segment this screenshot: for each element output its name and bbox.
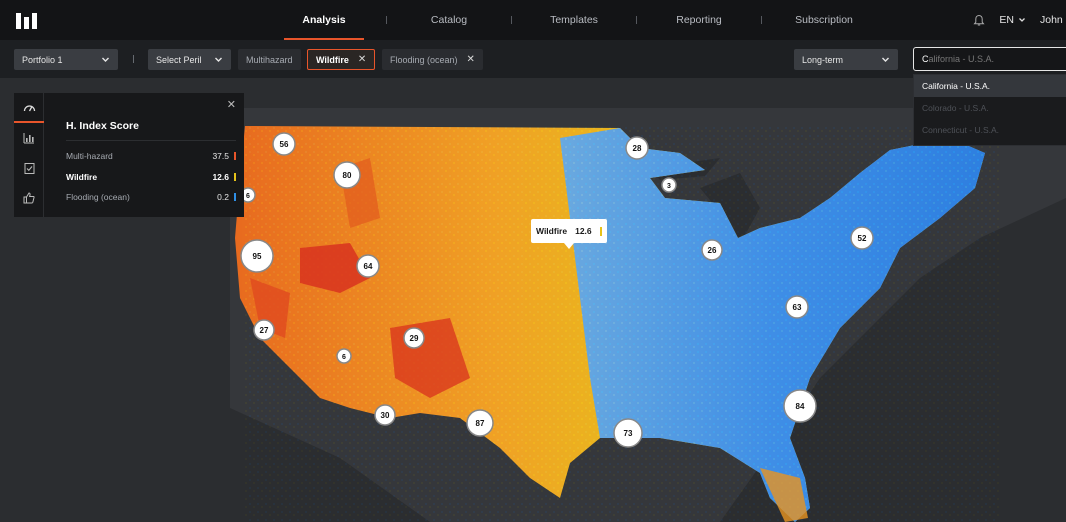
cluster-count: 80 (343, 171, 352, 180)
cluster-marker[interactable]: 63 (785, 295, 809, 319)
score-color-bar (234, 152, 236, 160)
cluster-count: 6 (342, 354, 346, 361)
cluster-count: 6 (246, 193, 250, 200)
score-value: 37.5 (212, 151, 229, 161)
cluster-count: 64 (364, 262, 373, 271)
nav-right-controls: EN John (973, 0, 1066, 40)
cluster-marker[interactable]: 73 (613, 418, 643, 448)
toolbar-separator (133, 55, 134, 63)
tab-analysis[interactable]: Analysis (262, 0, 386, 40)
bar-chart-icon[interactable] (14, 123, 44, 153)
score-color-bar (234, 173, 236, 181)
score-value: 12.6 (212, 172, 229, 182)
portfolio-label: Portfolio 1 (22, 54, 63, 65)
brand-logo-icon[interactable] (16, 11, 40, 29)
close-icon[interactable]: ✕ (358, 54, 366, 65)
chip-label: Multihazard (246, 54, 293, 65)
chevron-down-icon (215, 57, 222, 62)
cluster-count: 29 (410, 334, 419, 343)
divider (66, 140, 236, 141)
panel-icon-rail (14, 93, 44, 217)
cluster-count: 87 (476, 419, 485, 428)
cluster-count: 56 (280, 140, 289, 149)
location-search-input[interactable]: California - U.S.A. (913, 47, 1066, 71)
tab-subscription[interactable]: Subscription (762, 0, 886, 40)
user-name[interactable]: John (1040, 14, 1064, 26)
score-label: Multi-hazard (66, 151, 113, 161)
suggestion-item[interactable]: Connecticut - U.S.A. (914, 119, 1066, 141)
cluster-marker[interactable]: 64 (356, 254, 380, 278)
chip-label: Wildfire (316, 54, 349, 65)
cluster-count: 84 (796, 402, 805, 411)
cluster-marker[interactable]: 26 (701, 239, 723, 261)
horizon-dropdown[interactable]: Long-term (794, 49, 898, 70)
map-tooltip: Wildfire 12.6 (531, 219, 607, 249)
panel-title: H. Index Score (66, 120, 139, 132)
cluster-count: 30 (381, 411, 390, 420)
cluster-count: 73 (624, 429, 633, 438)
checklist-icon[interactable] (14, 153, 44, 183)
tooltip-color-bar (599, 226, 602, 236)
score-label: Wildfire (66, 172, 98, 182)
cluster-marker[interactable]: 28 (625, 136, 649, 160)
cluster-marker[interactable]: 27 (253, 319, 275, 341)
tooltip-value: 12.6 (575, 226, 592, 236)
chip-flooding-ocean[interactable]: Flooding (ocean) ✕ (382, 49, 483, 70)
score-color-bar (234, 193, 236, 201)
close-icon[interactable]: ✕ (467, 54, 475, 65)
tab-templates[interactable]: Templates (512, 0, 636, 40)
portfolio-dropdown[interactable]: Portfolio 1 (14, 49, 118, 70)
cluster-count: 27 (260, 326, 269, 335)
peril-dropdown[interactable]: Select Peril (148, 49, 231, 70)
cluster-marker[interactable]: 80 (333, 161, 361, 189)
top-navigation: Analysis Catalog Templates Reporting Sub… (0, 0, 1066, 40)
nav-tabs: Analysis Catalog Templates Reporting Sub… (262, 0, 886, 40)
cluster-count: 52 (858, 234, 867, 243)
cluster-marker[interactable]: 95 (240, 239, 274, 273)
cluster-marker[interactable]: 30 (374, 404, 396, 426)
search-autocomplete-hint: alifornia - U.S.A. (928, 54, 995, 64)
filter-toolbar: Portfolio 1 Select Peril Multihazard Wil… (0, 40, 1066, 78)
score-value: 0.2 (217, 192, 229, 202)
score-row-flooding-ocean[interactable]: Flooding (ocean) 0.2 (66, 189, 236, 205)
cluster-count: 26 (708, 246, 717, 255)
chip-label: Flooding (ocean) (390, 54, 458, 65)
cluster-marker[interactable]: 3 (661, 177, 677, 193)
chevron-down-icon (882, 57, 889, 62)
cluster-marker[interactable]: 52 (850, 226, 874, 250)
cluster-marker[interactable]: 56 (272, 132, 296, 156)
language-label: EN (999, 14, 1014, 26)
chevron-down-icon (102, 57, 109, 62)
cluster-count: 95 (253, 252, 262, 261)
cluster-count: 63 (793, 303, 802, 312)
horizon-label: Long-term (802, 54, 844, 65)
cluster-count: 28 (633, 144, 642, 153)
close-icon[interactable]: ✕ (227, 98, 236, 111)
cluster-marker[interactable]: 6 (336, 348, 352, 364)
tab-catalog[interactable]: Catalog (387, 0, 511, 40)
gauge-icon[interactable] (14, 93, 44, 123)
app-window: Analysis Catalog Templates Reporting Sub… (0, 0, 1066, 522)
suggestion-item[interactable]: Colorado - U.S.A. (914, 97, 1066, 119)
chip-multihazard[interactable]: Multihazard (238, 49, 301, 70)
suggestion-item[interactable]: California - U.S.A. (914, 75, 1066, 97)
tooltip-label: Wildfire (536, 226, 568, 236)
peril-select-label: Select Peril (156, 54, 202, 65)
cluster-count: 3 (667, 183, 671, 190)
search-suggestions: California - U.S.A. Colorado - U.S.A. Co… (913, 74, 1066, 146)
language-selector[interactable]: EN (999, 14, 1026, 26)
score-row-wildfire[interactable]: Wildfire 12.6 (66, 169, 236, 185)
chip-wildfire[interactable]: Wildfire ✕ (307, 49, 376, 70)
cluster-marker[interactable]: 29 (403, 327, 425, 349)
score-panel: ✕ H. Index Score Multi-hazard 37.5 Wildf… (14, 93, 244, 217)
chevron-down-icon (1019, 18, 1025, 22)
notification-bell-icon[interactable] (973, 14, 985, 27)
score-label: Flooding (ocean) (66, 192, 130, 202)
thumbs-up-icon[interactable] (14, 183, 44, 213)
score-row-multi-hazard[interactable]: Multi-hazard 37.5 (66, 148, 236, 164)
cluster-marker[interactable]: 87 (466, 409, 494, 437)
tab-reporting[interactable]: Reporting (637, 0, 761, 40)
cluster-marker[interactable]: 84 (783, 389, 817, 423)
